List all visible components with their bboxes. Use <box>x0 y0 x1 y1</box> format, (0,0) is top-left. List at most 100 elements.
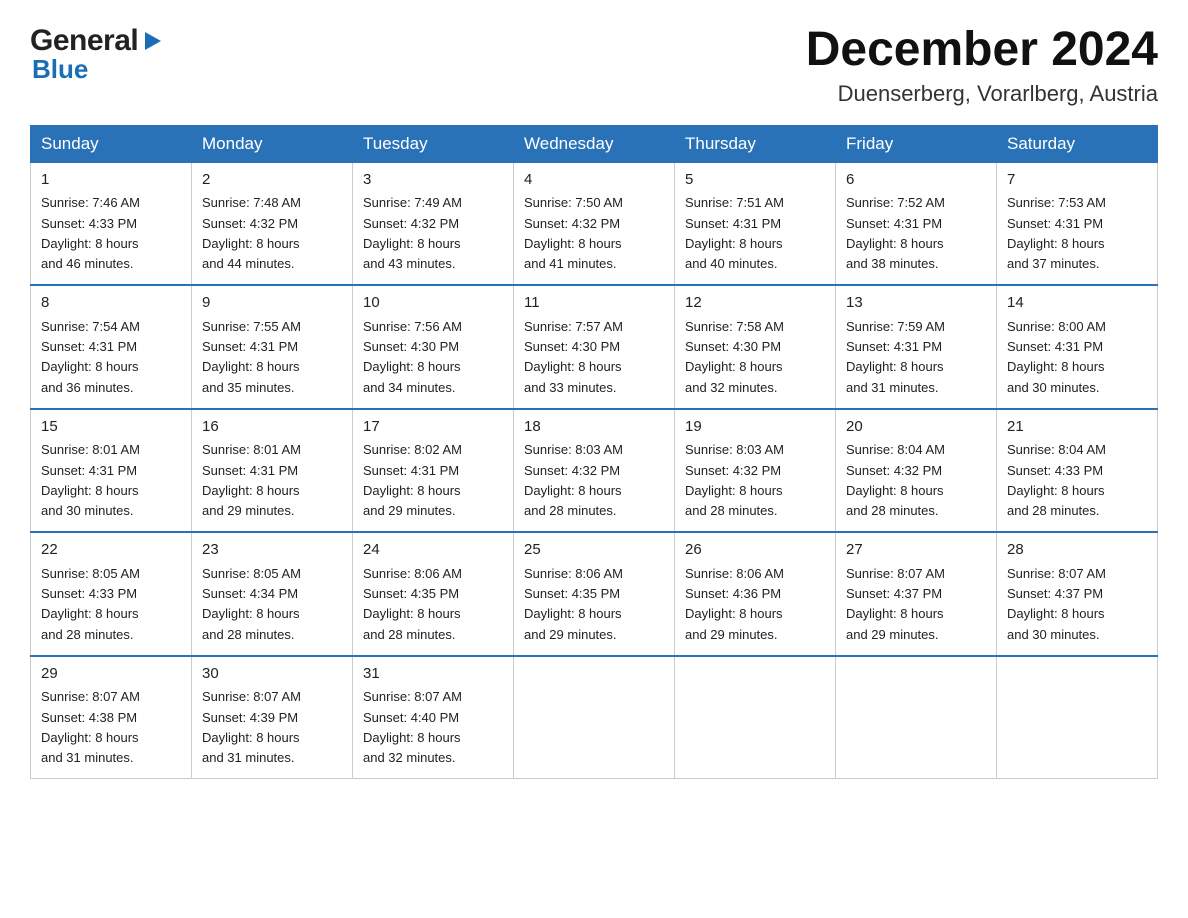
sunrise-info: Sunrise: 7:54 AM <box>41 319 140 334</box>
daylight-minutes: and 43 minutes. <box>363 256 456 271</box>
sunset-info: Sunset: 4:36 PM <box>685 586 781 601</box>
daylight-label: Daylight: 8 hours <box>846 606 944 621</box>
daylight-minutes: and 28 minutes. <box>363 627 456 642</box>
sunset-info: Sunset: 4:31 PM <box>202 339 298 354</box>
day-number: 3 <box>363 169 503 192</box>
sunrise-info: Sunrise: 8:04 AM <box>1007 442 1106 457</box>
table-row <box>514 656 675 779</box>
daylight-label: Daylight: 8 hours <box>202 606 300 621</box>
daylight-label: Daylight: 8 hours <box>846 483 944 498</box>
day-number: 25 <box>524 539 664 562</box>
sunrise-info: Sunrise: 7:57 AM <box>524 319 623 334</box>
daylight-label: Daylight: 8 hours <box>1007 606 1105 621</box>
day-number: 9 <box>202 292 342 315</box>
table-row: 16 Sunrise: 8:01 AM Sunset: 4:31 PM Dayl… <box>192 409 353 533</box>
daylight-label: Daylight: 8 hours <box>202 359 300 374</box>
daylight-label: Daylight: 8 hours <box>41 236 139 251</box>
day-number: 28 <box>1007 539 1147 562</box>
table-row: 7 Sunrise: 7:53 AM Sunset: 4:31 PM Dayli… <box>997 162 1158 285</box>
daylight-label: Daylight: 8 hours <box>524 606 622 621</box>
sunrise-info: Sunrise: 7:50 AM <box>524 195 623 210</box>
sunrise-info: Sunrise: 8:05 AM <box>41 566 140 581</box>
day-number: 18 <box>524 416 664 439</box>
day-number: 24 <box>363 539 503 562</box>
sunrise-info: Sunrise: 8:01 AM <box>202 442 301 457</box>
table-row: 12 Sunrise: 7:58 AM Sunset: 4:30 PM Dayl… <box>675 285 836 409</box>
daylight-label: Daylight: 8 hours <box>1007 483 1105 498</box>
sunset-info: Sunset: 4:39 PM <box>202 710 298 725</box>
daylight-minutes: and 32 minutes. <box>363 750 456 765</box>
day-number: 6 <box>846 169 986 192</box>
daylight-label: Daylight: 8 hours <box>202 236 300 251</box>
day-number: 22 <box>41 539 181 562</box>
calendar-week-row: 22 Sunrise: 8:05 AM Sunset: 4:33 PM Dayl… <box>31 532 1158 656</box>
daylight-minutes: and 28 minutes. <box>524 503 617 518</box>
sunrise-info: Sunrise: 7:59 AM <box>846 319 945 334</box>
table-row: 4 Sunrise: 7:50 AM Sunset: 4:32 PM Dayli… <box>514 162 675 285</box>
daylight-minutes: and 40 minutes. <box>685 256 778 271</box>
daylight-label: Daylight: 8 hours <box>524 483 622 498</box>
daylight-label: Daylight: 8 hours <box>363 483 461 498</box>
day-number: 19 <box>685 416 825 439</box>
table-row: 6 Sunrise: 7:52 AM Sunset: 4:31 PM Dayli… <box>836 162 997 285</box>
table-row: 10 Sunrise: 7:56 AM Sunset: 4:30 PM Dayl… <box>353 285 514 409</box>
daylight-label: Daylight: 8 hours <box>685 359 783 374</box>
daylight-label: Daylight: 8 hours <box>41 483 139 498</box>
col-monday: Monday <box>192 125 353 162</box>
col-sunday: Sunday <box>31 125 192 162</box>
table-row: 29 Sunrise: 8:07 AM Sunset: 4:38 PM Dayl… <box>31 656 192 779</box>
day-number: 11 <box>524 292 664 315</box>
daylight-label: Daylight: 8 hours <box>685 606 783 621</box>
daylight-label: Daylight: 8 hours <box>1007 236 1105 251</box>
sunset-info: Sunset: 4:33 PM <box>41 586 137 601</box>
daylight-minutes: and 28 minutes. <box>685 503 778 518</box>
sunrise-info: Sunrise: 7:58 AM <box>685 319 784 334</box>
day-number: 16 <box>202 416 342 439</box>
logo-arrow-icon <box>141 30 163 57</box>
daylight-minutes: and 28 minutes. <box>846 503 939 518</box>
sunrise-info: Sunrise: 7:51 AM <box>685 195 784 210</box>
sunset-info: Sunset: 4:34 PM <box>202 586 298 601</box>
sunset-info: Sunset: 4:31 PM <box>41 339 137 354</box>
sunset-info: Sunset: 4:31 PM <box>846 216 942 231</box>
table-row: 3 Sunrise: 7:49 AM Sunset: 4:32 PM Dayli… <box>353 162 514 285</box>
sunset-info: Sunset: 4:38 PM <box>41 710 137 725</box>
sunset-info: Sunset: 4:32 PM <box>524 463 620 478</box>
daylight-label: Daylight: 8 hours <box>685 483 783 498</box>
table-row: 28 Sunrise: 8:07 AM Sunset: 4:37 PM Dayl… <box>997 532 1158 656</box>
table-row: 9 Sunrise: 7:55 AM Sunset: 4:31 PM Dayli… <box>192 285 353 409</box>
daylight-minutes: and 28 minutes. <box>202 627 295 642</box>
daylight-label: Daylight: 8 hours <box>1007 359 1105 374</box>
daylight-minutes: and 29 minutes. <box>685 627 778 642</box>
day-number: 17 <box>363 416 503 439</box>
col-saturday: Saturday <box>997 125 1158 162</box>
daylight-label: Daylight: 8 hours <box>41 730 139 745</box>
day-number: 23 <box>202 539 342 562</box>
daylight-minutes: and 31 minutes. <box>846 380 939 395</box>
sunset-info: Sunset: 4:31 PM <box>685 216 781 231</box>
table-row: 15 Sunrise: 8:01 AM Sunset: 4:31 PM Dayl… <box>31 409 192 533</box>
sunrise-info: Sunrise: 8:07 AM <box>363 689 462 704</box>
sunrise-info: Sunrise: 8:00 AM <box>1007 319 1106 334</box>
table-row: 24 Sunrise: 8:06 AM Sunset: 4:35 PM Dayl… <box>353 532 514 656</box>
day-number: 31 <box>363 663 503 686</box>
sunset-info: Sunset: 4:30 PM <box>363 339 459 354</box>
sunset-info: Sunset: 4:32 PM <box>363 216 459 231</box>
col-wednesday: Wednesday <box>514 125 675 162</box>
day-number: 27 <box>846 539 986 562</box>
table-row: 18 Sunrise: 8:03 AM Sunset: 4:32 PM Dayl… <box>514 409 675 533</box>
sunset-info: Sunset: 4:31 PM <box>1007 216 1103 231</box>
table-row: 21 Sunrise: 8:04 AM Sunset: 4:33 PM Dayl… <box>997 409 1158 533</box>
col-thursday: Thursday <box>675 125 836 162</box>
daylight-minutes: and 34 minutes. <box>363 380 456 395</box>
sunset-info: Sunset: 4:35 PM <box>524 586 620 601</box>
sunrise-info: Sunrise: 8:06 AM <box>363 566 462 581</box>
day-number: 26 <box>685 539 825 562</box>
day-number: 7 <box>1007 169 1147 192</box>
daylight-minutes: and 32 minutes. <box>685 380 778 395</box>
sunrise-info: Sunrise: 8:04 AM <box>846 442 945 457</box>
sunrise-info: Sunrise: 8:07 AM <box>846 566 945 581</box>
table-row: 1 Sunrise: 7:46 AM Sunset: 4:33 PM Dayli… <box>31 162 192 285</box>
daylight-minutes: and 29 minutes. <box>202 503 295 518</box>
sunrise-info: Sunrise: 8:01 AM <box>41 442 140 457</box>
